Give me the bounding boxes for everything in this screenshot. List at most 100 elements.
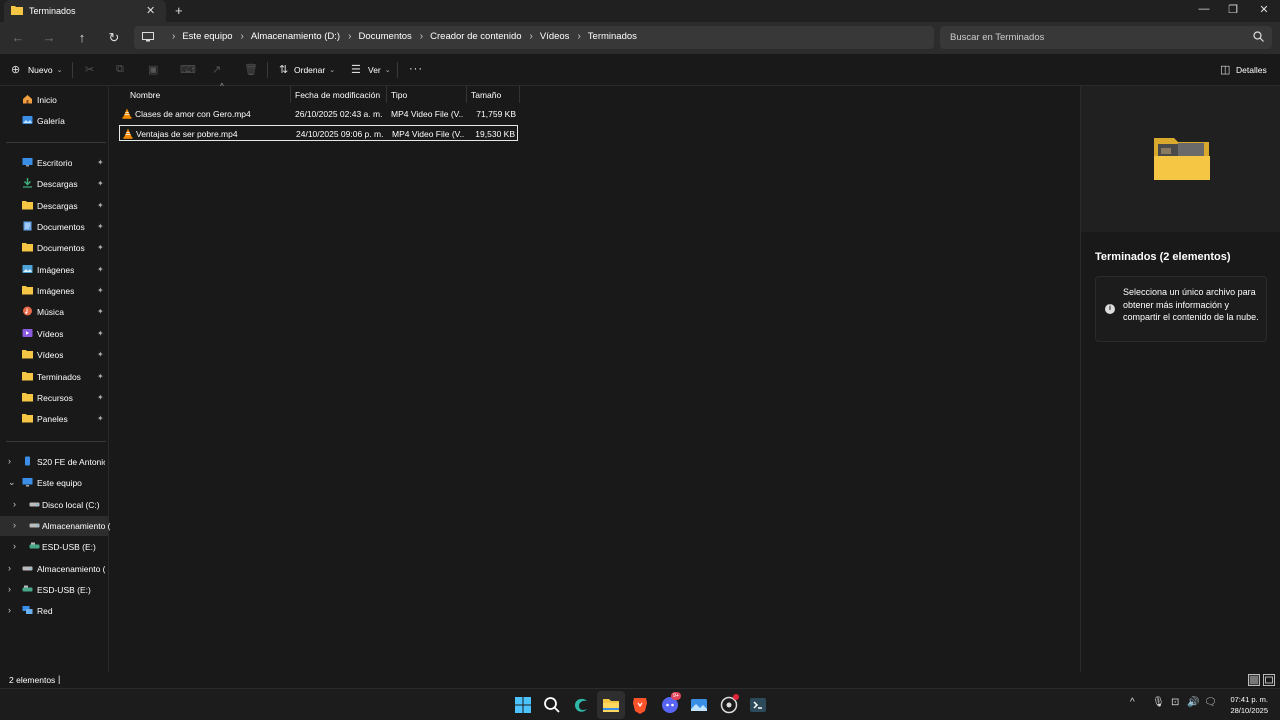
sidebar-item[interactable]: › Red bbox=[0, 601, 108, 621]
breadcrumb-item[interactable]: Terminados bbox=[588, 31, 637, 42]
chevron-right-icon[interactable]: › bbox=[13, 499, 16, 509]
sidebar-item[interactable]: ⌄ Este equipo bbox=[0, 473, 108, 493]
breadcrumb-chevron-icon[interactable]: › bbox=[530, 31, 533, 42]
cut-icon[interactable]: ✂ bbox=[85, 63, 94, 76]
file-row[interactable]: Clases de amor con Gero.mp4 26/10/2025 02… bbox=[119, 106, 518, 122]
breadcrumb-chevron-icon[interactable]: › bbox=[348, 31, 351, 42]
maximize-button[interactable]: ❐ bbox=[1223, 3, 1243, 16]
copilot-icon[interactable] bbox=[571, 695, 591, 715]
chevron-right-icon[interactable]: › bbox=[13, 520, 16, 530]
network-icon[interactable]: ⊡ bbox=[1171, 697, 1179, 708]
close-button[interactable]: ✕ bbox=[1254, 3, 1274, 16]
vlc-file-icon bbox=[122, 108, 132, 119]
sidebar-item[interactable]: Documentos ✦ bbox=[0, 217, 108, 237]
paste-icon[interactable]: ▣ bbox=[148, 63, 158, 76]
sidebar-item[interactable]: Documentos ✦ bbox=[0, 238, 108, 258]
file-row[interactable]: Ventajas de ser pobre.mp4 24/10/2025 09:0… bbox=[119, 125, 518, 141]
view-button[interactable]: Ver ⌄ bbox=[368, 65, 391, 75]
breadcrumb-item[interactable]: Creador de contenido bbox=[430, 31, 521, 42]
sidebar-item[interactable]: Imágenes ✦ bbox=[0, 281, 108, 301]
up-button[interactable]: ↑ bbox=[73, 30, 91, 45]
sidebar-item[interactable]: Inicio bbox=[0, 90, 108, 110]
tiles-view-button[interactable] bbox=[1263, 674, 1275, 686]
share-icon[interactable]: ↗ bbox=[212, 63, 221, 76]
sort-button[interactable]: Ordenar ⌄ bbox=[294, 65, 335, 75]
chevron-right-icon[interactable]: › bbox=[13, 541, 16, 551]
tab-close-button[interactable]: ✕ bbox=[146, 4, 155, 17]
sidebar-item[interactable]: Escritorio ✦ bbox=[0, 153, 108, 173]
sidebar-item[interactable]: Paneles ✦ bbox=[0, 409, 108, 429]
sidebar-item[interactable]: › ESD-USB (E:) bbox=[0, 580, 108, 600]
sidebar-item[interactable]: Vídeos ✦ bbox=[0, 324, 108, 344]
refresh-button[interactable]: ↻ bbox=[105, 30, 123, 46]
sidebar-item-label: Documentos bbox=[37, 243, 85, 254]
pin-icon: ✦ bbox=[97, 414, 104, 424]
sidebar-item[interactable]: Terminados ✦ bbox=[0, 367, 108, 387]
sidebar-item[interactable]: Imágenes ✦ bbox=[0, 260, 108, 280]
show-hidden-icons-button[interactable]: ^ bbox=[1130, 697, 1135, 708]
breadcrumb-item[interactable]: Documentos bbox=[358, 31, 411, 42]
column-header-date[interactable]: Fecha de modificación bbox=[291, 86, 387, 103]
divider bbox=[397, 62, 398, 78]
column-header-type[interactable]: Tipo bbox=[387, 86, 467, 103]
sidebar-item[interactable]: Vídeos ✦ bbox=[0, 345, 108, 365]
clock[interactable]: 07:41 p. m. 28/10/2025 bbox=[1218, 694, 1268, 716]
file-explorer-icon[interactable] bbox=[601, 695, 621, 715]
sidebar-item[interactable]: › ESD-USB (E:) bbox=[0, 537, 108, 557]
sidebar-item[interactable]: › Almacenamiento (D:) bbox=[0, 516, 110, 537]
folder-icon bbox=[22, 392, 33, 402]
breadcrumb-chevron-icon[interactable]: › bbox=[420, 31, 423, 42]
chevron-right-icon[interactable]: › bbox=[8, 584, 11, 594]
breadcrumb-item[interactable]: Este equipo bbox=[182, 31, 232, 42]
microphone-icon[interactable]: 🎙 bbox=[1152, 697, 1165, 708]
chevron-right-icon[interactable]: › bbox=[8, 456, 11, 466]
delete-icon[interactable]: 🗑 bbox=[244, 63, 258, 76]
sidebar-item[interactable]: Música ✦ bbox=[0, 302, 108, 322]
sort-ascending-icon: ^ bbox=[220, 82, 224, 91]
breadcrumb-chevron-icon[interactable]: › bbox=[241, 31, 244, 42]
pin-icon: ✦ bbox=[97, 371, 104, 381]
address-bar[interactable]: › Este equipo › Almacenamiento (D:) › Documen… bbox=[134, 26, 934, 49]
terminal-icon[interactable] bbox=[748, 695, 768, 715]
new-button[interactable]: Nuevo ⌄ bbox=[28, 65, 62, 75]
discord-badge: 9+ bbox=[671, 692, 682, 700]
breadcrumb-item[interactable]: Vídeos bbox=[540, 31, 570, 42]
breadcrumb-chevron-icon[interactable]: › bbox=[577, 31, 580, 42]
search-icon[interactable] bbox=[542, 695, 562, 715]
breadcrumb-chevron-icon[interactable]: › bbox=[172, 31, 175, 42]
brave-icon[interactable] bbox=[630, 695, 650, 715]
breadcrumb-item[interactable]: Almacenamiento (D:) bbox=[251, 31, 340, 42]
new-tab-button[interactable]: + bbox=[175, 3, 183, 18]
pin-icon: ✦ bbox=[97, 307, 104, 317]
chevron-right-icon[interactable]: › bbox=[8, 563, 11, 573]
volume-icon[interactable]: 🔊 bbox=[1187, 697, 1199, 708]
sidebar-item[interactable]: Recursos ✦ bbox=[0, 388, 108, 408]
more-options-button[interactable]: ··· bbox=[409, 63, 423, 75]
chevron-right-icon[interactable]: › bbox=[8, 605, 11, 615]
sidebar-item[interactable]: › Disco local (C:) bbox=[0, 495, 108, 515]
sidebar-item[interactable]: Galería bbox=[0, 111, 108, 131]
sidebar-item[interactable]: Descargas ✦ bbox=[0, 174, 108, 194]
details-view-button[interactable] bbox=[1248, 674, 1260, 686]
sort-button-label: Ordenar bbox=[294, 65, 326, 75]
sidebar-item[interactable]: › S20 FE de Antonio bbox=[0, 452, 108, 472]
minimize-button[interactable]: — bbox=[1194, 3, 1214, 15]
windows-start-icon[interactable] bbox=[513, 695, 533, 715]
forward-button[interactable]: → bbox=[40, 30, 58, 45]
search-input[interactable]: Buscar en Terminados bbox=[950, 32, 1044, 43]
rename-icon[interactable]: ⌨ bbox=[180, 63, 196, 76]
details-button[interactable]: Detalles bbox=[1236, 65, 1267, 75]
column-header-name[interactable]: Nombre ^ bbox=[126, 82, 291, 103]
sidebar-item[interactable]: › Almacenamiento (D:) bbox=[0, 559, 108, 579]
obs-app[interactable] bbox=[719, 694, 739, 715]
column-header-size[interactable]: Tamaño bbox=[467, 86, 520, 103]
sidebar-item[interactable]: Descargas ✦ bbox=[0, 196, 108, 216]
notifications-icon[interactable]: 🗨 bbox=[1204, 697, 1217, 708]
copy-icon[interactable]: ⧉ bbox=[116, 63, 124, 76]
back-button[interactable]: ← bbox=[9, 30, 27, 45]
discord-app[interactable]: 9+ bbox=[660, 692, 682, 715]
tab-terminados[interactable]: Terminados ✕ bbox=[4, 0, 166, 22]
photos-icon[interactable] bbox=[689, 695, 709, 715]
search-box[interactable]: Buscar en Terminados bbox=[940, 26, 1272, 49]
chevron-down-icon[interactable]: ⌄ bbox=[8, 477, 16, 488]
